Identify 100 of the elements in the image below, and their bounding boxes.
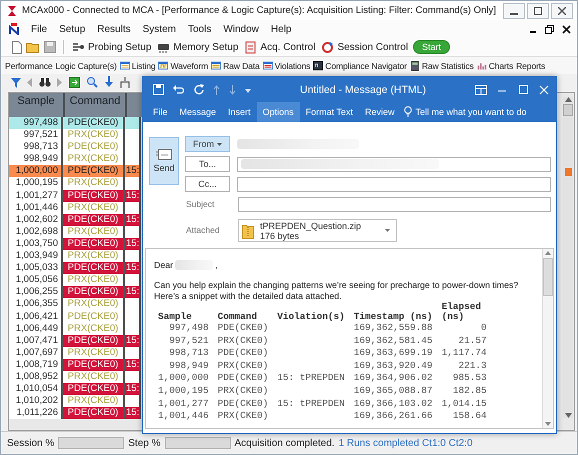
table-row[interactable]: 1,002,602 PDE(CKE0) 15: — [9, 214, 141, 226]
to-button[interactable]: To... — [185, 156, 230, 172]
table-row[interactable]: 1,006,421 PDE(CKE0) — [9, 310, 141, 323]
toolbar-button[interactable]: Memory Setup — [156, 40, 240, 54]
close-button[interactable] — [551, 2, 573, 18]
view-button[interactable]: Raw Data — [211, 60, 260, 70]
table-row[interactable]: 997,498 PDE(CKE0) — [9, 117, 141, 130]
ribbon-tab[interactable]: Message — [174, 102, 222, 122]
scroll-up-icon[interactable] — [564, 97, 572, 102]
table-row[interactable]: 1,001,446 PRX(CKE0) — [9, 202, 141, 214]
scroll-up-icon[interactable] — [545, 251, 551, 255]
table-cell-text: 221.3 — [457, 360, 488, 372]
menu-item[interactable]: Window — [223, 24, 259, 34]
table-row[interactable]: 997,521 PRX(CKE0) — [9, 129, 141, 142]
menu-item[interactable]: Results — [97, 24, 131, 34]
send-button[interactable]: Send — [149, 137, 179, 185]
save-icon[interactable] — [44, 41, 56, 53]
maximize-icon[interactable] — [517, 84, 529, 94]
minimize-icon — [510, 12, 518, 14]
table-row[interactable]: 1,007,697 PRX(CKE0) — [9, 346, 141, 359]
up-arrow-icon[interactable] — [213, 84, 220, 94]
view-button[interactable]: Waveform — [158, 60, 208, 70]
table-cell-text: 182.85 — [452, 384, 488, 398]
scroll-down-icon[interactable] — [564, 413, 572, 418]
table-row[interactable]: 1,005,056 PRX(CKE0) — [9, 274, 141, 286]
ribbon-tab[interactable]: Insert — [222, 102, 257, 122]
filter-icon[interactable] — [11, 76, 21, 88]
table-row[interactable]: 1,003,750 PDE(CKE0) 15: — [9, 238, 141, 250]
restore-icon[interactable] — [545, 24, 554, 34]
view-button[interactable]: Violations — [262, 60, 310, 70]
table-header: Sample — [157, 310, 193, 322]
toolbar-button[interactable]: Acq. Control — [243, 40, 316, 54]
menu-item[interactable]: Help — [270, 24, 292, 34]
menu-item[interactable]: Setup — [59, 24, 86, 34]
redacted-name — [175, 260, 214, 270]
ribbon-tab[interactable]: File — [147, 102, 174, 122]
vertical-scrollbar[interactable] — [542, 249, 553, 428]
ribbon-tab[interactable]: Review — [358, 102, 400, 122]
toolbar-button[interactable]: Probing Setup — [71, 40, 152, 54]
undo-icon[interactable] — [173, 84, 184, 95]
table-row[interactable]: 1,000,195 PRX(CKE0) — [9, 177, 141, 190]
ribbon-tab[interactable]: Options — [256, 102, 300, 122]
menu-item[interactable]: Tools — [188, 24, 212, 34]
table-row[interactable]: 1,007,471 PDE(CKE0) 15: — [9, 334, 141, 347]
down-arrow-icon[interactable] — [104, 76, 114, 88]
cc-field[interactable] — [237, 176, 551, 192]
attachment-chip[interactable]: tPREPDEN_Question.zip 176 bytes — [238, 219, 398, 242]
table-row[interactable]: 1,008,719 PDE(CKE0) 15: — [9, 358, 141, 371]
vertical-scrollbar[interactable] — [563, 97, 573, 418]
export-icon[interactable] — [69, 76, 80, 88]
table-row[interactable]: 998,713 PDE(CKE0) — [9, 141, 141, 154]
table-row[interactable]: 1,006,255 PDE(CKE0) 15: — [9, 286, 141, 298]
close-icon[interactable] — [562, 24, 571, 34]
to-field[interactable] — [237, 156, 551, 172]
table-row[interactable]: 1,003,949 PRX(CKE0) — [9, 250, 141, 262]
view-button[interactable]: Charts — [476, 60, 514, 70]
table-row[interactable]: 1,006,355 PRX(CKE0) — [9, 298, 141, 310]
binoculars-icon[interactable] — [39, 77, 51, 87]
table-row[interactable]: 1,000,000 PDE(CKE0) 15: — [9, 165, 141, 178]
table-cell-text: 15: tPREPDEN — [276, 372, 346, 385]
column-header[interactable]: Command — [65, 93, 127, 117]
table-row[interactable]: 1,002,698 PRX(CKE0) — [9, 226, 141, 238]
view-button[interactable]: Reports — [516, 60, 546, 70]
view-button[interactable]: Listing — [120, 60, 156, 70]
menu-item[interactable]: System — [142, 24, 176, 34]
restore-button[interactable] — [527, 2, 549, 18]
view-button[interactable]: Logic Capture(s) — [56, 60, 117, 70]
menu-item[interactable]: File — [31, 24, 48, 34]
scroll-thumb[interactable] — [563, 104, 573, 116]
column-header[interactable]: Sample — [9, 93, 65, 117]
view-button[interactable]: Raw Statistics — [410, 60, 474, 70]
ribbon-display-icon[interactable] — [475, 84, 487, 94]
from-button[interactable]: From — [185, 136, 230, 152]
table-row[interactable]: 1,006,449 PRX(CKE0) — [9, 322, 141, 335]
minimize-button[interactable] — [503, 2, 525, 18]
cc-button[interactable]: Cc... — [185, 176, 230, 192]
scroll-down-icon[interactable] — [545, 422, 551, 426]
table-row[interactable]: 1,005,033 PDE(CKE0) 15: — [9, 262, 141, 274]
down-arrow-icon[interactable] — [229, 84, 236, 94]
toolbar-button[interactable]: Session Control — [320, 40, 410, 54]
table-cell: PDE(CKE0) — [63, 262, 125, 274]
view-button[interactable]: Performance — [5, 60, 53, 70]
ribbon-tab[interactable]: Format Text — [300, 102, 359, 122]
open-folder-icon[interactable] — [26, 41, 40, 53]
subject-field[interactable] — [238, 196, 551, 212]
redo-icon[interactable] — [193, 84, 204, 95]
scroll-thumb[interactable] — [543, 258, 553, 296]
zoom-icon[interactable] — [86, 76, 98, 88]
table-row[interactable]: 1,001,277 PDE(CKE0) 15: — [9, 190, 141, 202]
table-row[interactable]: 1,010,054 PDE(CKE0) 15: — [9, 383, 141, 396]
tell-me-search[interactable]: Tell me what you want to do — [400, 102, 527, 122]
view-button[interactable]: Compliance Navigator — [313, 60, 407, 70]
table-cell: 15: — [125, 262, 141, 274]
table-row[interactable]: 1,010,202 PRX(CKE0) — [9, 395, 141, 408]
table-row[interactable]: 998,949 PRX(CKE0) — [9, 153, 141, 166]
hierarchy-icon[interactable] — [120, 76, 130, 88]
table-row[interactable]: 1,008,952 PRX(CKE0) — [9, 370, 141, 384]
new-file-icon[interactable] — [11, 40, 22, 54]
table-row[interactable]: 1,011,226 PDE(CKE0) 15: — [9, 407, 141, 420]
message-body[interactable] — [145, 248, 554, 429]
